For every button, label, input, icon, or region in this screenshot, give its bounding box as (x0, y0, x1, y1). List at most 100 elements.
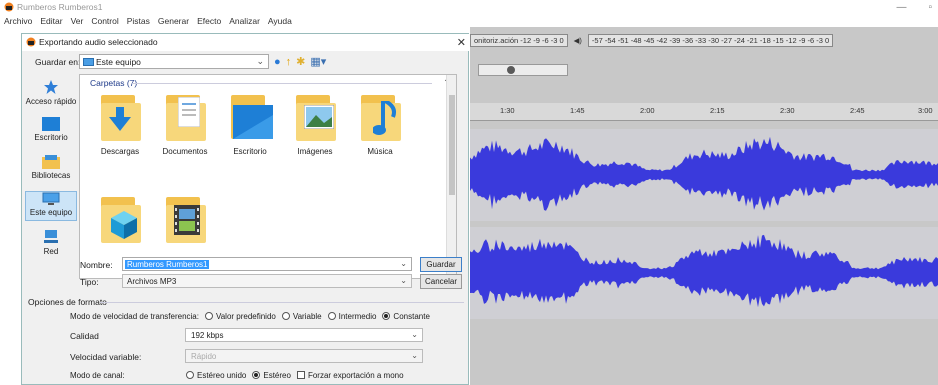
chevron-down-icon: ⌄ (256, 56, 264, 66)
menu-item-generar[interactable]: Generar (158, 16, 189, 26)
variable-speed-label: Velocidad variable: (70, 352, 142, 362)
places-bar: Acceso rápido Escritorio Bibliotecas Est… (25, 79, 77, 279)
play-speed-slider[interactable] (478, 64, 568, 76)
folder-label: Documentos (162, 147, 208, 156)
radio-preset[interactable] (204, 312, 213, 320)
download-arrow-icon (109, 107, 131, 131)
quality-value: 192 kbps (191, 331, 224, 340)
radio-joint-stereo[interactable] (186, 371, 194, 379)
place-quick-access[interactable]: Acceso rápido (25, 79, 77, 106)
timeline-ruler[interactable]: 1:30 1:45 2:00 2:15 2:30 2:45 3:00 (470, 103, 938, 121)
variable-speed-select[interactable]: Rápido ⌄ (185, 349, 423, 363)
folder-descargas[interactable]: Descargas (90, 93, 150, 156)
place-label: Este equipo (29, 208, 73, 217)
save-in-dropdown[interactable]: Este equipo ⌄ (79, 54, 269, 69)
waveform-display[interactable] (470, 129, 938, 319)
place-label: Acceso rápido (25, 97, 77, 106)
menu-item-ayuda[interactable]: Ayuda (268, 16, 292, 26)
menu-item-analizar[interactable]: Analizar (229, 16, 260, 26)
radio-stereo[interactable] (252, 371, 261, 379)
folder-musica[interactable]: Música (350, 93, 410, 156)
scrollbar-thumb[interactable] (449, 95, 455, 195)
chevron-down-icon: ⌄ (400, 276, 407, 285)
folder-documentos[interactable]: Documentos (155, 93, 215, 156)
slider-knob[interactable] (507, 66, 515, 74)
menu-item-control[interactable]: Control (91, 16, 118, 26)
place-label: Bibliotecas (31, 171, 71, 180)
name-label: Nombre: (80, 260, 113, 270)
folder-label: Imágenes (297, 147, 333, 156)
back-icon[interactable]: ● (274, 56, 281, 68)
app-title: Rumberos Rumberos1 (17, 2, 103, 12)
document-icon (178, 97, 200, 127)
force-mono-checkbox[interactable] (296, 371, 305, 379)
rec-meter-scale: -12 -9 -6 -3 0 (520, 35, 564, 45)
star-icon (44, 80, 58, 94)
file-type-select[interactable]: Archivos MP3 ⌄ (122, 274, 412, 288)
folder-imagenes[interactable]: Imágenes (285, 93, 345, 156)
network-icon (44, 230, 58, 243)
radio-label: Intermedio (338, 311, 377, 321)
quality-label: Calidad (70, 331, 99, 341)
group-header[interactable]: Carpetas (7) (90, 78, 137, 88)
save-in-value: Este equipo (96, 57, 141, 67)
menu-item-archivo[interactable]: Archivo (4, 16, 32, 26)
save-in-label: Guardar en: (35, 57, 81, 67)
recording-meter[interactable]: onitoriz.ación -12 -9 -6 -3 0 (470, 33, 568, 47)
view-menu-icon[interactable]: ▦▾ (310, 55, 326, 68)
place-network[interactable]: Red (25, 229, 77, 256)
group-divider (132, 83, 432, 84)
bitrate-mode-label: Modo de velocidad de transferencia: (70, 311, 199, 321)
new-folder-icon[interactable]: ✱ (296, 55, 305, 68)
save-button[interactable]: Guardar (420, 257, 462, 272)
format-divider (100, 302, 464, 303)
close-icon[interactable]: ✕ (457, 36, 466, 49)
format-options-title: Opciones de formato (28, 297, 107, 307)
speaker-icon: ◀) (573, 35, 582, 45)
file-name-input[interactable]: Rumberos Rumberos1 ⌄ (122, 257, 412, 271)
app-title-bar: Rumberos Rumberos1 — ▫ (0, 0, 938, 14)
place-this-pc[interactable]: Este equipo (25, 191, 77, 221)
playback-meter[interactable]: -57 -54 -51 -48 -45 -42 -39 -36 -33 -30 … (587, 33, 834, 47)
meter-toolbar: onitoriz.ación -12 -9 -6 -3 0 ◀) -57 -54… (470, 32, 938, 48)
variable-speed-value: Rápido (191, 352, 217, 361)
folder-3d-objects[interactable] (90, 195, 150, 249)
ruler-tick: 2:30 (780, 106, 795, 115)
place-label: Escritorio (34, 133, 68, 142)
maximize-icon[interactable]: ▫ (928, 2, 932, 13)
desktop-icon (42, 117, 60, 131)
radio-variable[interactable] (281, 312, 290, 320)
radio-label: Constante (393, 311, 430, 321)
radio-average[interactable] (327, 312, 336, 320)
up-folder-icon[interactable]: ↑ (286, 56, 292, 68)
ruler-tick: 3:00 (918, 106, 933, 115)
place-desktop[interactable]: Escritorio (25, 117, 77, 142)
menu-item-ver[interactable]: Ver (71, 16, 84, 26)
computer-icon (83, 58, 94, 66)
chevron-down-icon[interactable]: ⌄ (400, 259, 407, 268)
audacity-logo-icon (26, 37, 36, 47)
libraries-icon (42, 155, 60, 169)
dialog-title-bar: Exportando audio seleccionado ✕ (22, 34, 470, 51)
radio-label: Estéreo (263, 370, 291, 380)
file-list-scrollbar[interactable] (446, 75, 456, 278)
radio-constant[interactable] (382, 312, 391, 320)
menu-item-editar[interactable]: Editar (40, 16, 62, 26)
dialog-title: Exportando audio seleccionado (39, 37, 158, 47)
folder-videos[interactable] (155, 195, 215, 249)
computer-icon (42, 192, 60, 205)
file-name-value[interactable]: Rumberos Rumberos1 (125, 260, 210, 269)
folder-label: Escritorio (233, 147, 267, 156)
monitor-label: onitoriz.ación (474, 35, 519, 45)
folder-escritorio[interactable]: Escritorio (220, 93, 280, 156)
minimize-icon[interactable]: — (896, 2, 906, 13)
file-list[interactable]: Carpetas (7) ⌃ Descargas Documentos Escr… (79, 74, 457, 279)
film-icon (174, 205, 200, 235)
quality-select[interactable]: 192 kbps ⌄ (185, 328, 423, 342)
play-meter-scale: -57 -54 -51 -48 -45 -42 -39 -36 -33 -30 … (591, 35, 830, 45)
menu-item-efecto[interactable]: Efecto (197, 16, 221, 26)
channel-mode-row: Modo de canal: Estéreo unido Estéreo For… (70, 368, 404, 382)
cancel-button[interactable]: Cancelar (420, 274, 462, 289)
place-libraries[interactable]: Bibliotecas (25, 155, 77, 180)
menu-item-pistas[interactable]: Pistas (127, 16, 150, 26)
